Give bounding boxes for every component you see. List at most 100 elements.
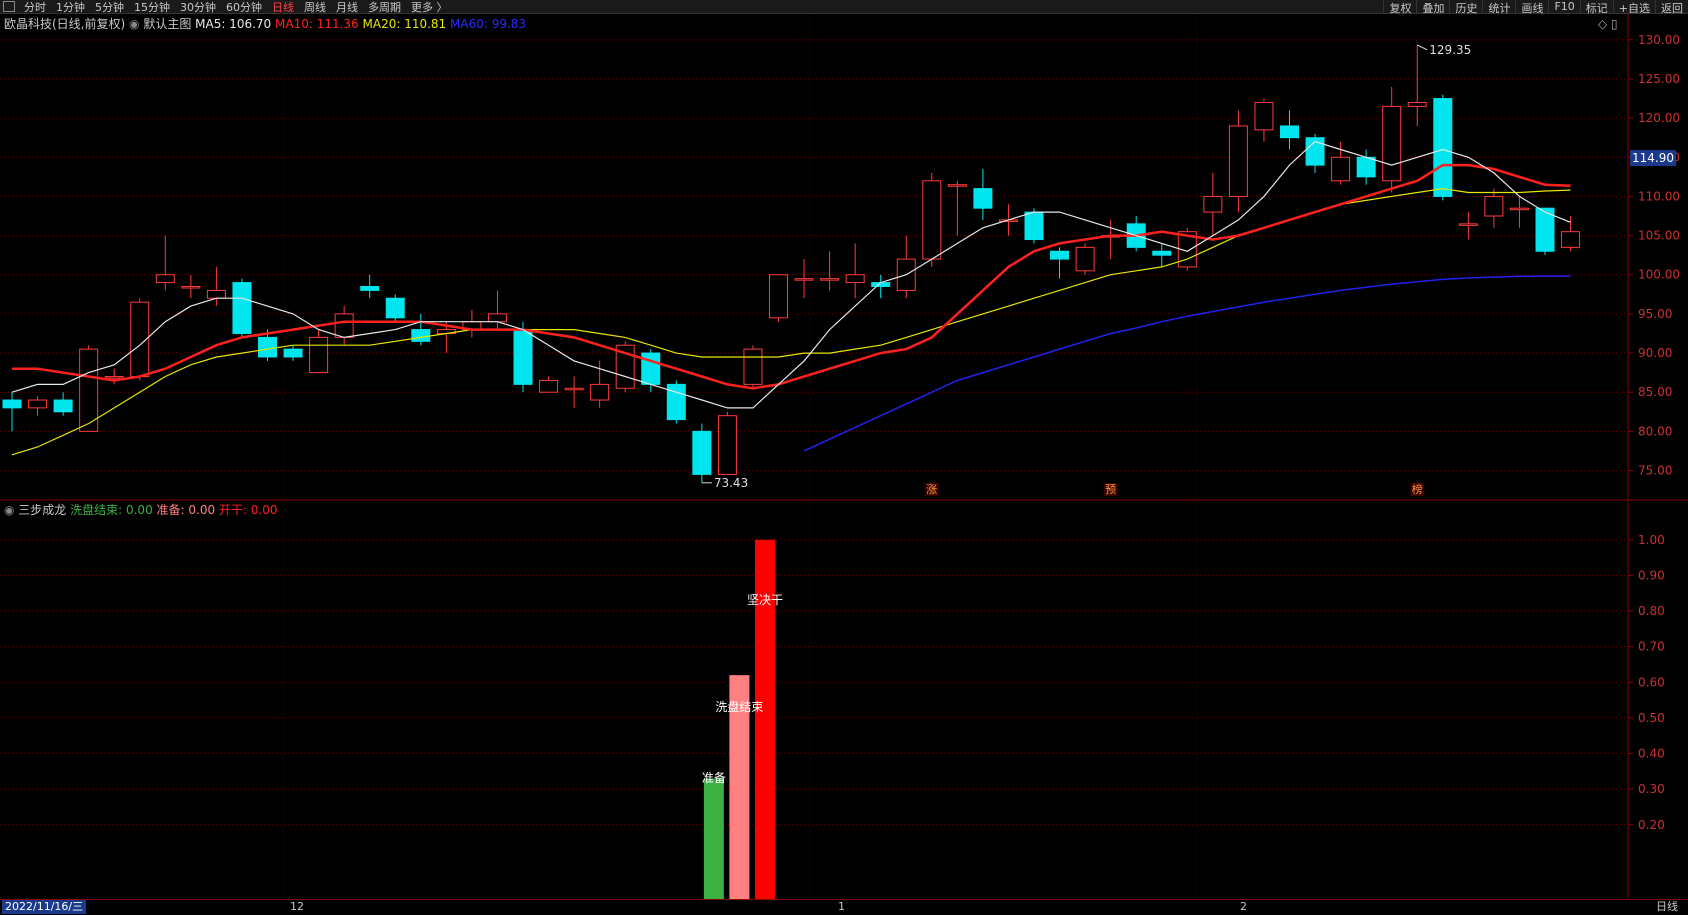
candle-body [53, 399, 73, 413]
timeframe-tab-1[interactable]: 1分钟 [51, 0, 90, 15]
candle-body [232, 282, 252, 334]
toolbar-button-1[interactable]: 叠加 [1416, 0, 1449, 15]
panel-tools-icon: ◇ ▯ [1598, 17, 1618, 31]
signal-bar-label: 准备 [702, 771, 726, 785]
event-label: 榜 [1412, 482, 1423, 496]
candle-body [947, 184, 967, 187]
candle-body [692, 430, 712, 475]
indicator-y-tick-label: 0.90 [1638, 568, 1665, 582]
candle-body [1484, 195, 1504, 217]
kline-chart[interactable]: 75.00 80.00 85.00 90.00 95.00 100.00 105.00 110… [0, 14, 1688, 899]
toolbar-button-8[interactable]: 返回 [1655, 0, 1688, 15]
timeframe-tab-9[interactable]: 多周期 [363, 0, 406, 15]
stock-name: 欧晶科技(日线,前复权) [4, 16, 125, 31]
indicator-header: ◉ 三步成龙 洗盘结束: 0.00 准备: 0.00 开干: 0.00 [4, 502, 278, 517]
high-price-label: 129.35 [1429, 43, 1471, 57]
candle-body [743, 348, 763, 385]
timeframe-tab-7[interactable]: 周线 [299, 0, 331, 15]
ma5-value: MA5: 106.70 [195, 17, 275, 31]
ma60-line [803, 275, 1571, 452]
indicator-name: 三步成龙 [18, 503, 70, 517]
toolbar-button-0[interactable]: 复权 [1383, 0, 1416, 15]
candle-body [360, 285, 380, 291]
toolbar-button-5[interactable]: F10 [1548, 0, 1579, 13]
template-name: 默认主图 [143, 16, 195, 31]
signal-bar [703, 778, 724, 899]
candle-body [334, 313, 354, 338]
toolbar-button-7[interactable]: +自选 [1612, 0, 1655, 15]
timeframe-tab-10[interactable]: 更多 〉 [406, 0, 453, 15]
candle-body [258, 336, 277, 358]
timeframe-tab-6[interactable]: 日线 [267, 0, 299, 15]
timeframe-tab-3[interactable]: 15分钟 [129, 0, 175, 15]
current-price-badge: 114.90 [1632, 151, 1674, 165]
signal-bar-label: 洗盘结束 [715, 699, 763, 714]
candle-body [283, 348, 303, 358]
candle-body [1407, 101, 1427, 107]
ma60-value: MA60: 99.83 [450, 17, 526, 31]
candle-body [1203, 195, 1223, 213]
candle-body [1152, 250, 1172, 256]
zhunbei-value: 准备: 0.00 [157, 503, 219, 517]
candle-body [1228, 125, 1248, 197]
candle-body [1561, 231, 1581, 248]
window-icon[interactable] [3, 1, 15, 12]
y-tick-label: 105.00 [1638, 229, 1680, 243]
timeframe-tab-8[interactable]: 月线 [331, 0, 363, 15]
cursor-date: 2022/11/16/三 [2, 900, 87, 914]
month-label-jan: 1 [838, 900, 845, 913]
y-tick-label: 90.00 [1638, 346, 1672, 360]
indicator-y-tick-label: 1.00 [1638, 533, 1665, 547]
y-tick-label: 100.00 [1638, 268, 1680, 282]
toolbar: 分时 1分钟 5分钟 15分钟 30分钟 60分钟 日线 周线 月线 多周期 更多 〉 复权 叠加 历史… [0, 0, 1688, 15]
main-header: 欧晶科技(日线,前复权) ◉ 默认主图 MA5: 106.70 MA10: 11… [4, 16, 526, 31]
candle-body [794, 278, 814, 281]
candle-body [1509, 207, 1529, 211]
indicator-y-tick-label: 0.60 [1638, 675, 1665, 689]
timeframe-tab-0[interactable]: 分时 [19, 0, 51, 15]
xipan-value: 洗盘结束: 0.00 [70, 502, 156, 517]
toolbar-button-4[interactable]: 画线 [1515, 0, 1548, 15]
toolbar-button-3[interactable]: 统计 [1482, 0, 1515, 15]
indicator-settings-icon: ◉ [4, 503, 18, 517]
candle-body [845, 274, 865, 284]
month-label-dec: 12 [290, 900, 304, 913]
period-label[interactable]: 日线 [1656, 900, 1678, 914]
y-tick-label: 75.00 [1638, 464, 1672, 478]
candle-body [820, 278, 840, 281]
timeframe-tab-5[interactable]: 60分钟 [221, 0, 267, 15]
candle-body [564, 387, 584, 391]
candle-body [1075, 246, 1095, 272]
candle-body [155, 274, 175, 284]
candle-body [1382, 105, 1402, 182]
candle-body [1050, 250, 1070, 260]
candle-body [1280, 125, 1299, 139]
ma20-value: MA20: 110.81 [363, 17, 451, 31]
y-tick-label: 130.00 [1638, 33, 1680, 47]
ma10-value: MA10: 111.36 [275, 17, 363, 31]
candle-body [922, 180, 942, 260]
indicator-y-tick-label: 0.30 [1638, 782, 1665, 796]
candle-body [539, 379, 559, 393]
indicator-y-tick-label: 0.80 [1638, 604, 1665, 618]
timeframe-tab-4[interactable]: 30分钟 [175, 0, 221, 15]
y-tick-label: 120.00 [1638, 111, 1680, 125]
candle-body [1433, 98, 1453, 197]
timeframe-tab-2[interactable]: 5分钟 [90, 0, 129, 15]
toolbar-right-buttons: 复权 叠加 历史 统计 画线 F10 标记 +自选 返回 [1383, 0, 1688, 15]
low-price-label: 73.43 [714, 476, 748, 490]
candle-body [181, 285, 201, 289]
candle-body [1356, 156, 1376, 178]
toolbar-button-6[interactable]: 标记 [1579, 0, 1613, 15]
candle-body [2, 399, 22, 409]
month-label-feb: 2 [1240, 900, 1247, 913]
indicator-y-tick-label: 0.20 [1638, 818, 1665, 832]
candle-body [104, 376, 124, 379]
candle-body [1254, 101, 1274, 131]
candle-body [1331, 156, 1351, 182]
candle-body [590, 383, 610, 401]
signal-bar-label: 坚决干 [747, 593, 783, 607]
event-label: 涨 [926, 483, 937, 496]
toolbar-button-2[interactable]: 历史 [1449, 0, 1482, 15]
indicator-y-tick-label: 0.40 [1638, 747, 1665, 761]
